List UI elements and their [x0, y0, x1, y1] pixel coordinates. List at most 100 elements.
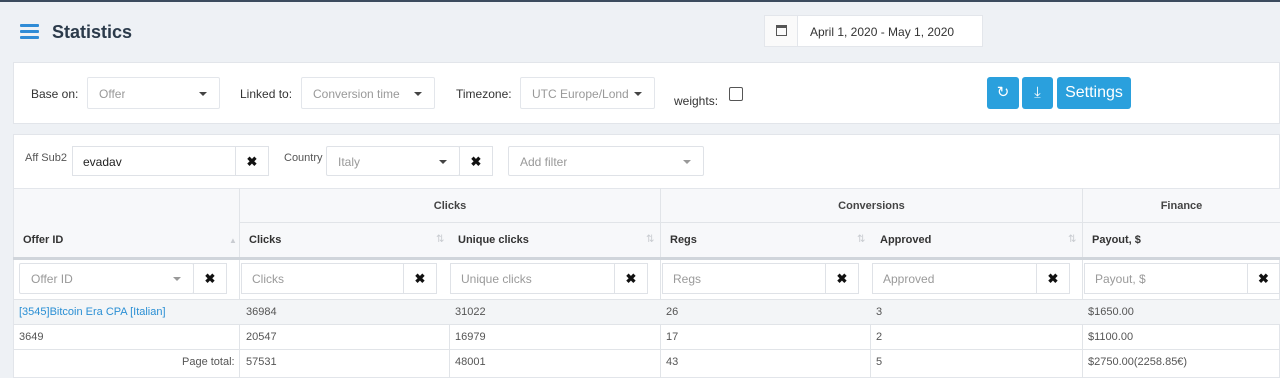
clicks-filter-input[interactable]: Clicks — [241, 263, 404, 294]
column-header-regs[interactable]: Regs — [661, 222, 871, 258]
cell-approved: 2 — [876, 331, 883, 343]
linked-to-value: Conversion time — [313, 87, 400, 101]
sort-icon[interactable]: ⇅ — [857, 234, 865, 245]
unique-clicks-filter-placeholder: Unique clicks — [461, 272, 532, 286]
divider — [14, 349, 1280, 350]
total-approved: 5 — [876, 356, 883, 368]
divider — [14, 299, 1280, 300]
close-icon: ✖ — [204, 271, 216, 286]
cell-clicks: 20547 — [246, 331, 277, 343]
group-header-conversions: Conversions — [661, 188, 1082, 222]
timezone-select[interactable]: UTC Europe/Lond — [520, 77, 655, 109]
date-range-value: April 1, 2020 - May 1, 2020 — [810, 25, 955, 39]
chevron-down-icon — [634, 92, 642, 96]
cell-approved: 3 — [876, 306, 883, 318]
payout-filter-input[interactable]: Payout, $ — [1084, 263, 1248, 294]
cell-payout: $1650.00 — [1088, 306, 1134, 318]
cell-offer: 3649 — [19, 331, 44, 343]
column-header-offer-id[interactable]: Offer ID — [14, 222, 239, 258]
total-payout: $2750.00(2258.85€) — [1088, 356, 1188, 368]
page-title: Statistics — [52, 22, 133, 42]
close-icon: ✖ — [625, 271, 637, 286]
chevron-down-icon — [173, 277, 181, 281]
regs-filter-placeholder: Regs — [673, 272, 702, 286]
approved-filter-input[interactable]: Approved — [872, 263, 1037, 294]
clear-offer-id-filter-button[interactable]: ✖ — [193, 263, 227, 294]
offer-link[interactable]: [3545]Bitcoin Era CPA [Italian] — [19, 306, 166, 318]
close-icon: ✖ — [470, 154, 482, 169]
cell-regs: 17 — [666, 331, 679, 343]
country-select[interactable]: Italy — [326, 146, 460, 176]
add-filter-select[interactable]: Add filter — [508, 146, 704, 176]
page-header: Statistics — [0, 2, 1280, 60]
approved-filter-placeholder: Approved — [883, 272, 935, 286]
sort-icon[interactable]: ⇅ — [1068, 234, 1076, 245]
linked-to-select[interactable]: Conversion time — [301, 77, 435, 109]
base-on-value: Offer — [99, 87, 126, 101]
column-header-approved[interactable]: Approved — [871, 222, 1082, 258]
clear-clicks-filter-button[interactable]: ✖ — [403, 263, 437, 294]
clear-unique-clicks-filter-button[interactable]: ✖ — [614, 263, 648, 294]
country-value: Italy — [338, 155, 361, 169]
header-separator — [13, 257, 1280, 260]
settings-button[interactable]: Settings — [1057, 77, 1131, 109]
offer-id-filter-placeholder: Offer ID — [31, 272, 73, 286]
base-on-label: Base on: — [31, 87, 79, 101]
clear-approved-filter-button[interactable]: ✖ — [1036, 263, 1070, 294]
statistics-icon — [20, 24, 39, 40]
clear-regs-filter-button[interactable]: ✖ — [825, 263, 859, 294]
cell-clicks: 36984 — [246, 306, 277, 318]
close-icon: ✖ — [414, 271, 426, 286]
close-icon: ✖ — [246, 154, 258, 169]
download-button[interactable]: ⤓ — [1022, 77, 1053, 109]
cell-unique-clicks: 16979 — [455, 331, 486, 343]
unique-clicks-filter-input[interactable]: Unique clicks — [450, 263, 615, 294]
sort-asc-icon[interactable]: ▲ — [229, 236, 237, 245]
clear-payout-filter-button[interactable]: ✖ — [1247, 263, 1280, 294]
aff-sub2-input[interactable]: evadav — [72, 146, 236, 176]
close-icon: ✖ — [1258, 271, 1269, 286]
clear-aff-sub2-button[interactable]: ✖ — [235, 146, 269, 176]
sort-icon[interactable]: ⇅ — [646, 234, 654, 245]
chevron-down-icon — [414, 92, 422, 96]
calendar-icon — [776, 25, 787, 36]
close-icon: ✖ — [1047, 271, 1059, 286]
timezone-label: Timezone: — [456, 87, 512, 101]
regs-filter-input[interactable]: Regs — [662, 263, 826, 294]
total-unique-clicks: 48001 — [455, 356, 486, 368]
column-header-clicks[interactable]: Clicks — [240, 222, 450, 258]
weights-checkbox[interactable] — [729, 87, 743, 101]
timezone-value: UTC Europe/Lond — [532, 87, 629, 101]
refresh-icon: ↻ — [996, 84, 1010, 101]
linked-to-label: Linked to: — [240, 87, 293, 101]
cell-payout: $1100.00 — [1088, 331, 1134, 343]
cell-unique-clicks: 31022 — [455, 306, 486, 318]
offer-id-filter-select[interactable]: Offer ID — [19, 263, 194, 294]
chevron-down-icon — [439, 160, 447, 164]
refresh-button[interactable]: ↻ — [987, 77, 1019, 109]
calendar-button[interactable] — [764, 15, 798, 47]
cell-regs: 26 — [666, 306, 679, 318]
group-header-empty — [14, 188, 239, 222]
download-icon: ⤓ — [1034, 84, 1041, 101]
country-label: Country — [284, 152, 323, 164]
close-icon: ✖ — [836, 271, 848, 286]
base-on-select[interactable]: Offer — [87, 77, 220, 109]
sort-icon[interactable]: ⇅ — [436, 234, 444, 245]
group-header-clicks: Clicks — [240, 188, 660, 222]
total-regs: 43 — [666, 356, 679, 368]
clicks-filter-placeholder: Clicks — [252, 272, 284, 286]
chevron-down-icon — [199, 92, 207, 96]
clear-country-button[interactable]: ✖ — [459, 146, 493, 176]
aff-sub2-value: evadav — [83, 155, 122, 169]
weights-label: weights: — [674, 94, 719, 108]
date-range-input[interactable]: April 1, 2020 - May 1, 2020 — [797, 15, 983, 47]
total-clicks: 57531 — [246, 356, 277, 368]
divider — [240, 222, 1280, 223]
column-header-unique-clicks[interactable]: Unique clicks — [450, 222, 660, 258]
column-header-payout[interactable]: Payout, $ — [1083, 222, 1280, 258]
page-total-label: Page total: — [182, 356, 235, 368]
divider — [14, 324, 1280, 325]
add-filter-placeholder: Add filter — [520, 155, 568, 169]
aff-sub2-label: Aff Sub2 — [25, 152, 67, 164]
